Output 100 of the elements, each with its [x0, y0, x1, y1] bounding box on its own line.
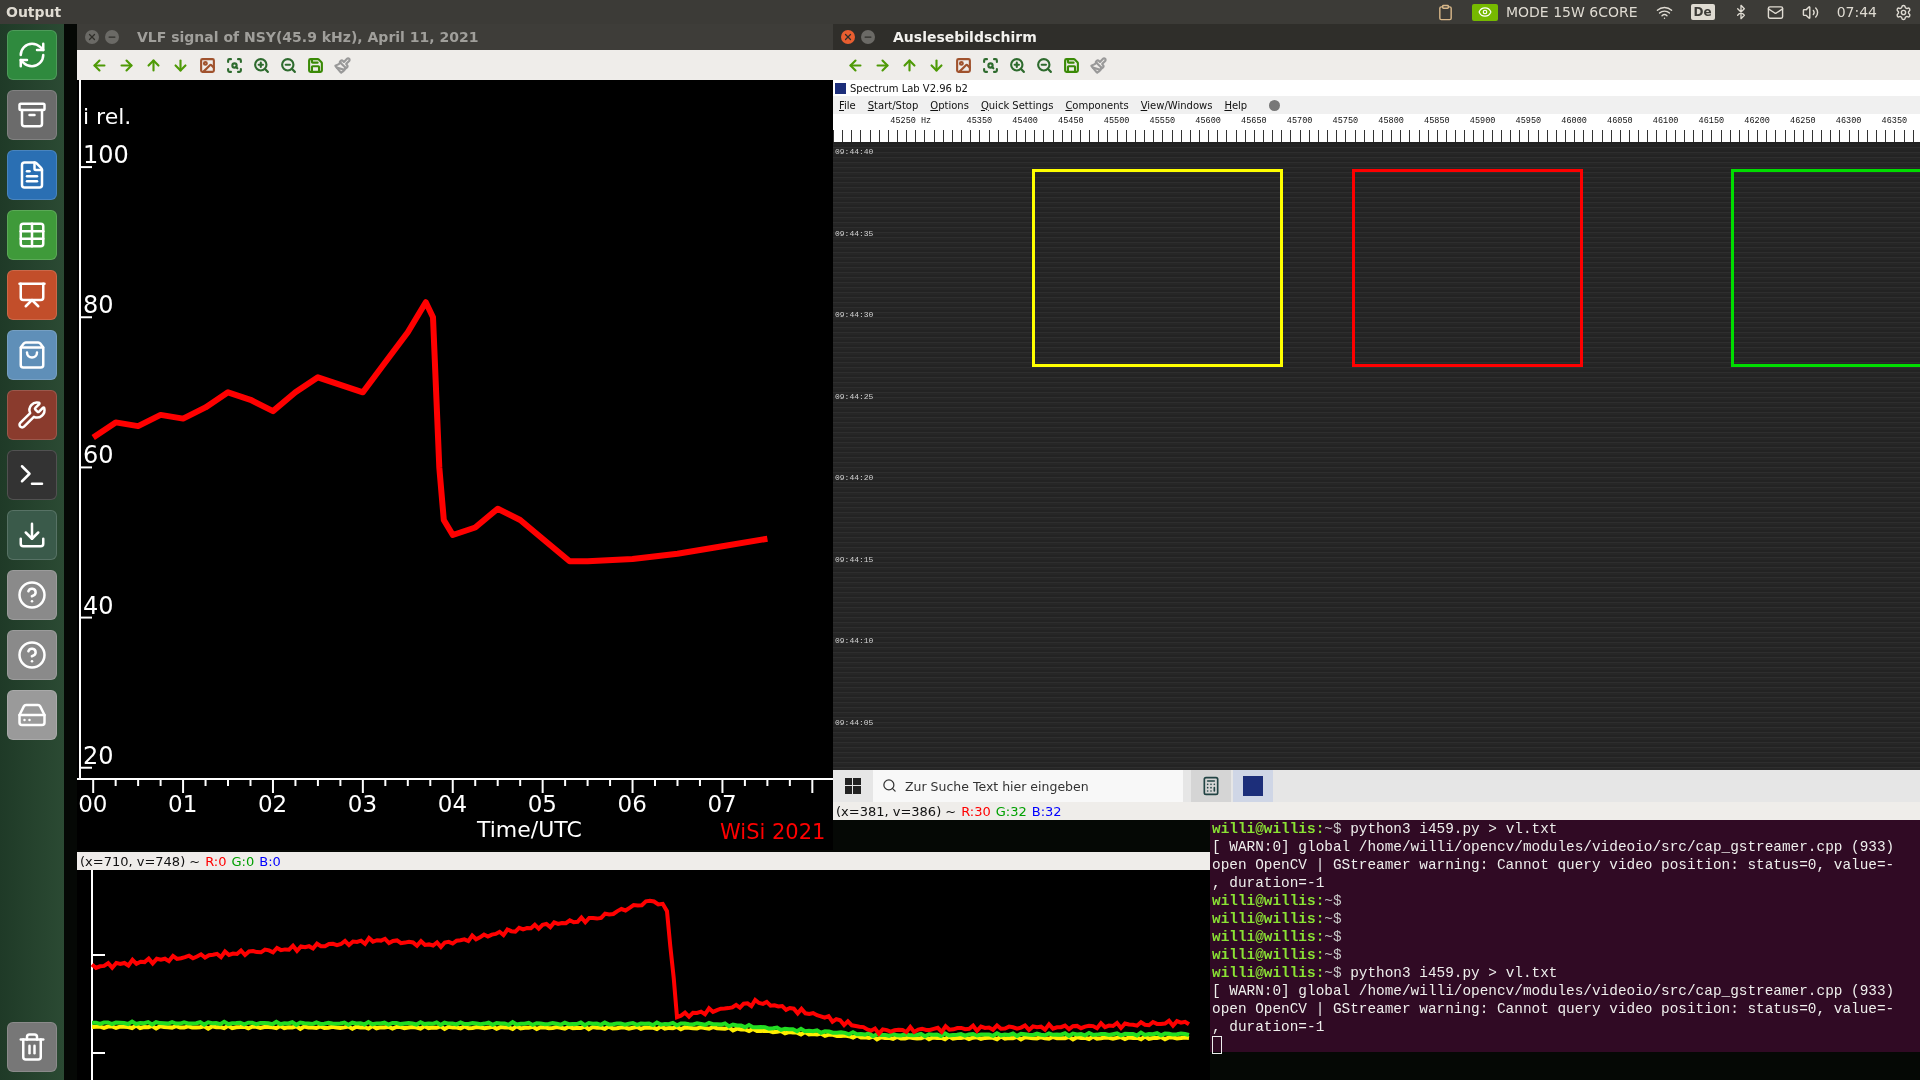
prompt-user: willi@willis: [1212, 821, 1325, 837]
y-tick-label: 40 [83, 591, 114, 620]
frequency-label: 45250 Hz [889, 116, 933, 126]
menu-item[interactable]: Start/Stop [867, 99, 919, 111]
search-icon [882, 778, 897, 793]
app-window-title: Spectrum Lab V2.96 b2 [850, 82, 968, 94]
image-icon[interactable] [199, 56, 216, 74]
trash-icon[interactable] [7, 1022, 57, 1072]
zoom-in-icon[interactable] [253, 56, 270, 74]
output-line: [ WARN:0] global /home/willi/opencv/modules/videoio/src/cap_gstreamer.cpp (933) [1212, 839, 1895, 855]
time-label: 09:44:35 [835, 228, 874, 240]
frequency-label: 46150 [1697, 116, 1726, 126]
frequency-label: 45600 [1194, 116, 1222, 126]
calculator-icon[interactable] [1191, 770, 1231, 802]
menu-item[interactable]: Help [1224, 99, 1248, 111]
file-cabinet-icon[interactable] [7, 90, 57, 140]
clipboard-icon[interactable] [1436, 3, 1454, 21]
frequency-label: 45800 [1377, 116, 1405, 126]
channel-value: G:0 [231, 853, 255, 869]
time-label: 09:44:20 [835, 473, 874, 484]
document-icon[interactable] [7, 150, 57, 200]
channel-value: G:32 [995, 803, 1027, 819]
x-tick-label: 03 [347, 791, 378, 817]
y-tick-label: 20 [83, 741, 114, 770]
wrench-icon[interactable] [7, 390, 57, 440]
menu-item[interactable]: Components [1065, 99, 1129, 111]
forward-arrow-icon[interactable] [118, 56, 135, 74]
frequency-label: 45400 [1011, 116, 1039, 126]
spreadsheet-icon[interactable] [7, 210, 57, 260]
menu-item[interactable]: View/Windows [1140, 99, 1213, 111]
close-icon[interactable] [85, 30, 99, 44]
window-title: Auslesebildschirm [893, 29, 1037, 45]
back-arrow-icon[interactable] [847, 56, 864, 74]
menu-item[interactable]: Quick Settings [980, 99, 1054, 111]
refresh-icon[interactable] [7, 30, 57, 80]
prompt-user: willi@willis: [1212, 965, 1325, 981]
terminal-icon[interactable] [7, 450, 57, 500]
prompt-path: ~$ [1324, 965, 1342, 981]
time-label: 09:44:10 [835, 636, 874, 647]
cursor-coordinates: (x=710, v=748) ~ [80, 853, 201, 869]
brush-icon[interactable] [1090, 56, 1107, 74]
frequency-label: 46300 [1834, 116, 1863, 126]
close-icon[interactable] [841, 30, 855, 44]
frequency-label: 46050 [1606, 116, 1634, 126]
output-line: , duration=-1 [1212, 875, 1325, 891]
shopping-bag-icon[interactable] [7, 330, 57, 380]
frequency-label: 45550 [1148, 116, 1177, 126]
zoom-out-icon[interactable] [280, 56, 297, 74]
volume-icon[interactable] [1801, 3, 1819, 21]
menu-item[interactable]: Options [930, 99, 969, 111]
window-title: VLF signal of NSY(45.9 kHz), April 11, 2021 [137, 29, 479, 45]
output-line: open OpenCV | GStreamer warning: Cannot query video position: status=0, value=- [1212, 1001, 1895, 1017]
x-tick-label: 04 [437, 791, 468, 817]
drive-icon[interactable] [7, 690, 57, 740]
time-label: 09:44:40 [835, 147, 874, 158]
frequency-label: 45500 [1102, 116, 1131, 126]
image-icon[interactable] [955, 56, 972, 74]
time-label: 09:44:25 [835, 391, 874, 403]
save-icon[interactable] [1063, 56, 1080, 74]
mail-icon[interactable] [1766, 3, 1784, 21]
frequency-label: 46250 [1789, 116, 1817, 126]
time-label: 09:44:15 [835, 554, 874, 566]
eye-logo-icon[interactable] [1471, 3, 1498, 21]
clock[interactable]: 07:44 [1836, 4, 1877, 20]
text-cursor [1212, 1036, 1222, 1055]
zoom-out-icon[interactable] [1036, 56, 1053, 74]
search-field[interactable]: Zur Suche Text hier eingeben [873, 770, 1183, 802]
frequency-label: 45750 [1331, 116, 1360, 126]
zoom-rectangle-icon[interactable] [982, 56, 999, 74]
command-text: python3 i459.py > vl.txt [1349, 821, 1558, 837]
time-label: 09:44:05 [835, 717, 874, 729]
update-icon[interactable] [7, 510, 57, 560]
save-icon[interactable] [307, 56, 324, 74]
help-icon[interactable] [7, 570, 57, 620]
frequency-label: 45450 [1057, 116, 1085, 126]
cursor-coordinates: (x=381, v=386) ~ [836, 803, 957, 819]
y-tick-label: 100 [83, 141, 129, 170]
forward-arrow-icon[interactable] [874, 56, 891, 74]
power-mode-label[interactable]: MODE 15W 6CORE [1505, 4, 1638, 20]
frequency-label: 46000 [1560, 116, 1588, 126]
frequency-label: 46100 [1651, 116, 1680, 126]
x-tick-label: 00 [78, 791, 108, 817]
prompt-user: willi@willis: [1212, 911, 1325, 927]
settings-icon[interactable] [1895, 3, 1912, 21]
help-icon[interactable] [7, 630, 57, 680]
presentation-icon[interactable] [7, 270, 57, 320]
zoom-in-icon[interactable] [1009, 56, 1026, 74]
frequency-label: 45650 [1240, 116, 1268, 126]
brush-icon[interactable] [334, 56, 351, 74]
frequency-label: 45700 [1285, 116, 1314, 126]
command-text: python3 i459.py > vl.txt [1349, 965, 1558, 981]
keyboard-layout-badge[interactable]: De [1690, 4, 1715, 20]
menu-item[interactable]: File [839, 99, 856, 111]
frequency-label: 46200 [1743, 116, 1771, 126]
minimize-icon[interactable] [861, 30, 875, 44]
record-dot-icon[interactable] [1269, 99, 1281, 111]
frequency-label: 45850 [1423, 116, 1451, 126]
channel-value: B:0 [259, 853, 281, 869]
app-icon[interactable] [1233, 770, 1273, 802]
zoom-rectangle-icon[interactable] [226, 56, 243, 74]
